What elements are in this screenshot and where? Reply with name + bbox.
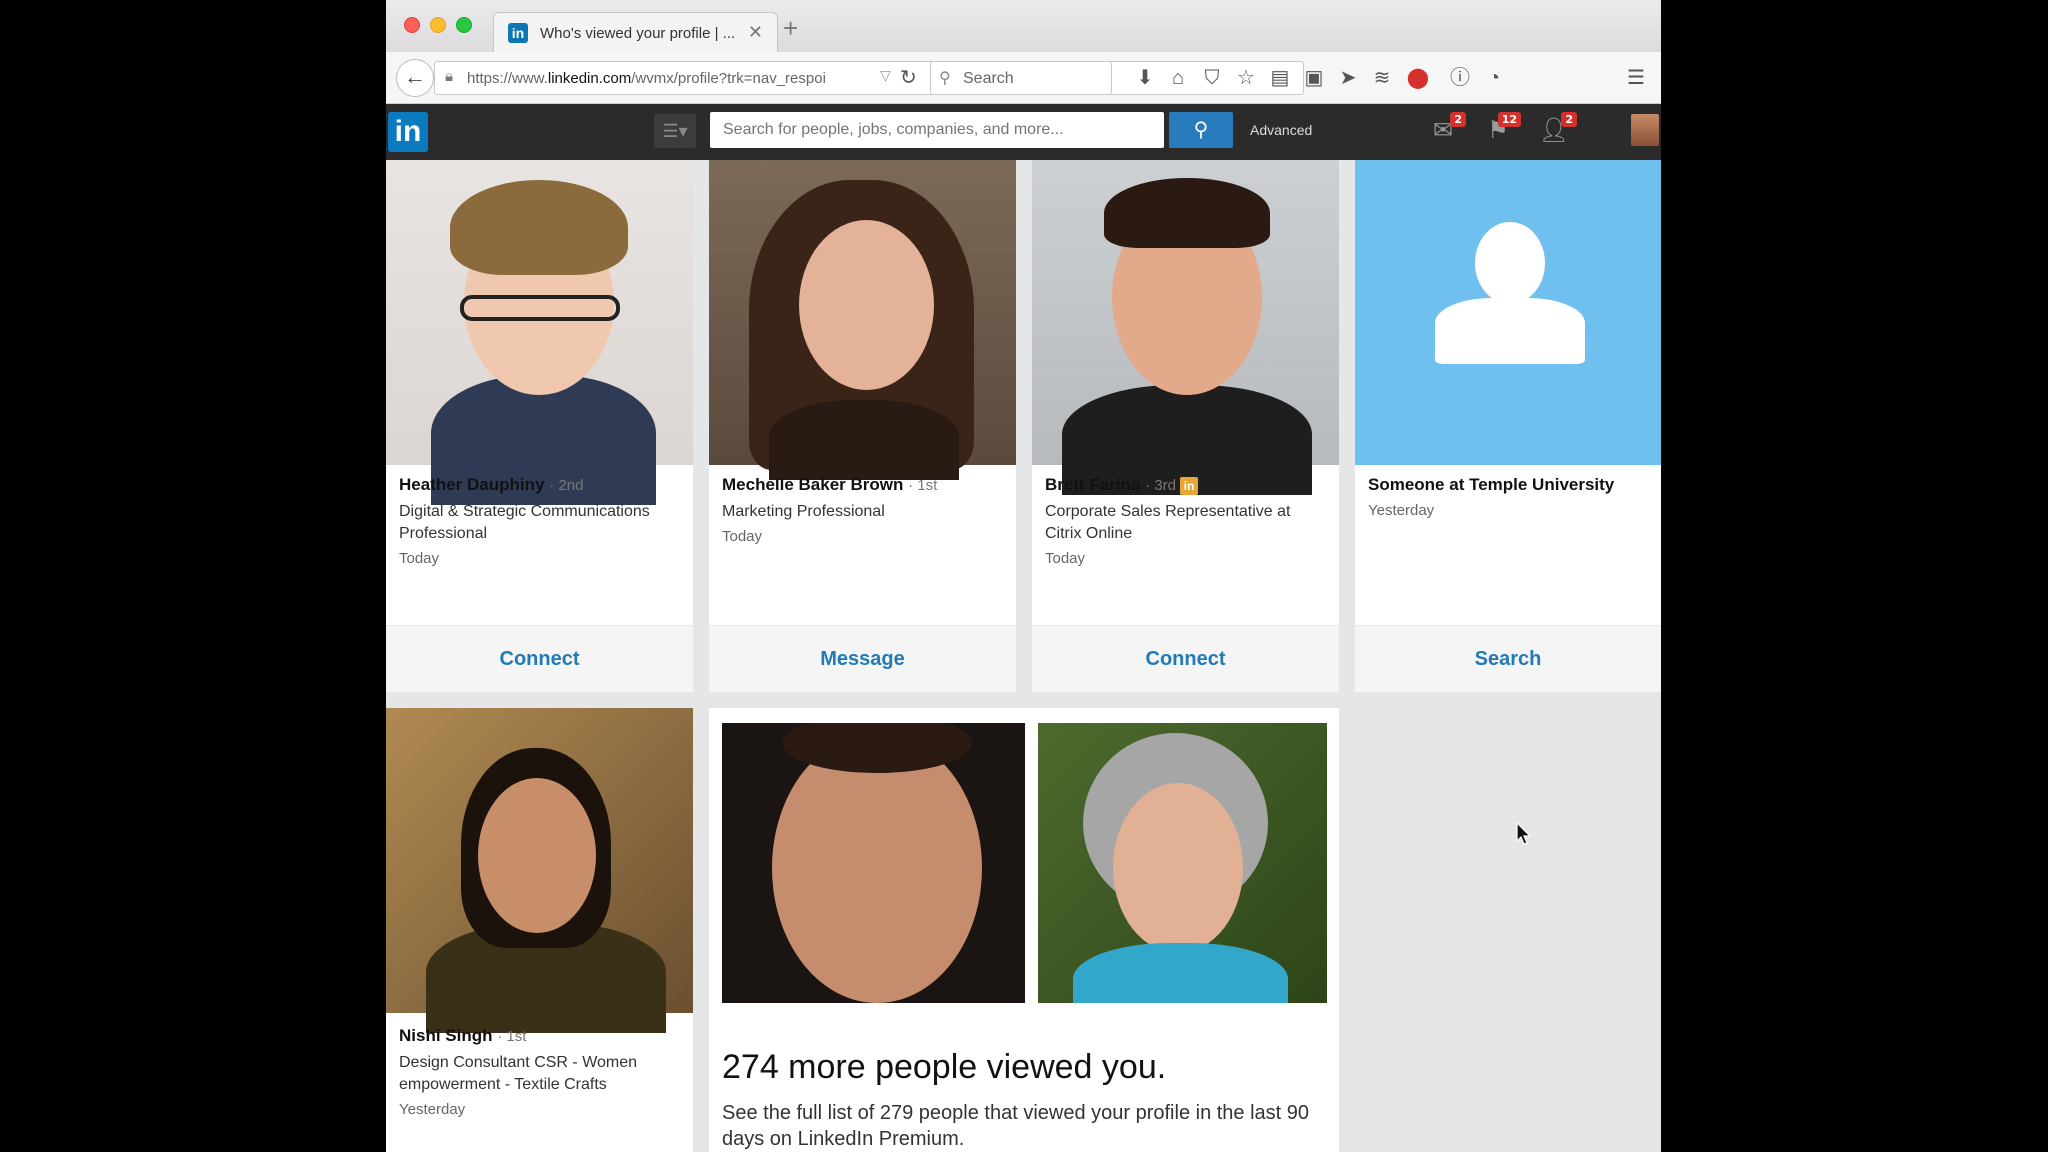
search-placeholder: Search — [963, 70, 1014, 87]
premium-member-icon: in — [1180, 476, 1198, 495]
hamburger-menu-icon[interactable]: ☰ — [1622, 64, 1650, 92]
connection-degree: · 3rd — [1145, 477, 1176, 494]
navigation-toolbar: ← 🔒︎ https://www.linkedin.com/wvmx/profi… — [386, 52, 1661, 104]
messages-envelope-icon[interactable]: ✉ 2 — [1426, 112, 1466, 146]
connect-button[interactable]: Connect — [386, 625, 693, 692]
screenshot-icon[interactable]: ▣ — [1300, 64, 1328, 92]
magnifier-icon: ⚲ — [1193, 119, 1209, 141]
profile-photo[interactable] — [386, 160, 693, 505]
viewed-time: Today — [722, 528, 763, 545]
viewer-preview-photo — [1038, 723, 1327, 1003]
linkedin-header: in ☰▾ Search for people, jobs, companies… — [386, 104, 1661, 160]
send-icon[interactable]: ➤ — [1334, 64, 1362, 92]
viewed-time: Today — [1045, 550, 1086, 567]
viewed-time: Yesterday — [399, 1101, 466, 1118]
search-icon: ⚲ — [939, 70, 951, 87]
reload-icon[interactable]: ↻ — [900, 65, 917, 90]
linkedin-search-button[interactable]: ⚲ — [1169, 112, 1233, 148]
viewer-name[interactable]: Brett Farina · 3rd in — [1045, 475, 1198, 495]
browser-window: in Who's viewed your profile | ... ✕ + ←… — [386, 0, 1661, 1152]
tab-close-icon[interactable]: ✕ — [748, 22, 763, 43]
tab-title: Who's viewed your profile | ... — [540, 25, 736, 42]
profile-photo[interactable] — [1032, 160, 1339, 495]
viewer-card: Mechelle Baker Brown · 1st Marketing Pro… — [709, 160, 1016, 692]
connection-degree: · 2nd — [549, 477, 584, 494]
viewer-title: Digital & Strategic Communications Profe… — [399, 503, 650, 542]
new-tab-icon[interactable]: + — [783, 15, 798, 41]
user-avatar[interactable] — [1631, 114, 1659, 146]
premium-upsell-card[interactable]: 274 more people viewed you. See the full… — [709, 708, 1339, 1152]
linkedin-search-placeholder: Search for people, jobs, companies, and … — [723, 121, 1064, 138]
anonymous-avatar — [1355, 160, 1661, 465]
viewer-name: Someone at Temple University — [1368, 475, 1615, 494]
connect-button[interactable]: Connect — [1032, 625, 1339, 692]
download-icon[interactable]: ⬇ — [1131, 64, 1159, 92]
viewer-name[interactable]: Nishi Singh · 1st — [399, 1026, 526, 1046]
dropdown-triangle-icon[interactable]: ▽ — [880, 67, 891, 84]
browser-search-input[interactable]: ⚲ Search — [930, 61, 1112, 95]
viewer-card: Someone at Temple University Yesterday S… — [1355, 160, 1661, 692]
reading-list-icon[interactable]: ▤ — [1266, 64, 1294, 92]
linkedin-logo[interactable]: in — [388, 112, 428, 152]
mouse-cursor-icon — [1516, 822, 1532, 845]
add-connection-icon[interactable]: 👤︎ 2 — [1537, 112, 1577, 146]
search-filter-menu-icon[interactable]: ☰▾ — [654, 114, 696, 148]
maximize-window-button[interactable] — [456, 17, 472, 33]
search-button[interactable]: Search — [1355, 625, 1661, 692]
layers-icon[interactable]: ≋ — [1368, 64, 1396, 92]
notifications-count-badge: 12 — [1497, 112, 1521, 127]
pocket-icon[interactable]: ⛉ — [1198, 64, 1226, 92]
viewer-title: Corporate Sales Representative at Citrix… — [1045, 503, 1291, 542]
close-window-button[interactable] — [404, 17, 420, 33]
advanced-search-link[interactable]: Advanced — [1250, 122, 1312, 138]
viewer-card: Heather Dauphiny · 2nd Digital & Strateg… — [386, 160, 693, 692]
minimize-window-button[interactable] — [430, 17, 446, 33]
back-arrow-icon[interactable]: ← — [396, 59, 434, 97]
viewer-card: Brett Farina · 3rd in Corporate Sales Rep… — [1032, 160, 1339, 692]
viewer-card: Nishi Singh · 1st Design Consultant CSR … — [386, 708, 693, 1152]
premium-description: See the full list of 279 people that vie… — [722, 1102, 1310, 1150]
viewer-preview-photo — [722, 723, 1025, 1003]
message-button[interactable]: Message — [709, 625, 1016, 692]
messages-count-badge: 2 — [1450, 112, 1466, 127]
info-icon[interactable]: ⓘ — [1446, 64, 1474, 92]
profile-photo[interactable] — [709, 160, 1016, 480]
connection-degree: · 1st — [908, 477, 938, 494]
bookmark-star-icon[interactable]: ☆ — [1232, 64, 1260, 92]
linkedin-favicon-icon: in — [508, 23, 528, 43]
viewer-name[interactable]: Mechelle Baker Brown · 1st — [722, 475, 937, 495]
profile-photo[interactable] — [386, 708, 693, 1033]
url-text: https://www.linkedin.com/wvmx/profile?tr… — [467, 70, 826, 87]
viewer-title: Design Consultant CSR - Women empowermen… — [399, 1054, 638, 1093]
viewer-title: Marketing Professional — [722, 503, 885, 520]
notifications-flag-icon[interactable]: ⚑ 12 — [1481, 112, 1521, 146]
tab-strip: in Who's viewed your profile | ... ✕ + — [386, 0, 1661, 54]
linkedin-search-input[interactable]: Search for people, jobs, companies, and … — [710, 112, 1164, 148]
lock-icon: 🔒︎ — [445, 68, 453, 85]
home-icon[interactable]: ⌂ — [1164, 64, 1192, 92]
adblock-icon[interactable]: ⬤ — [1404, 64, 1432, 92]
premium-headline: 274 more people viewed you. — [722, 1048, 1167, 1086]
browser-tab[interactable]: in Who's viewed your profile | ... ✕ — [493, 12, 778, 54]
invitations-count-badge: 2 — [1561, 112, 1577, 127]
viewer-name[interactable]: Heather Dauphiny · 2nd — [399, 475, 583, 495]
chat-icon[interactable]: ◔ — [1480, 64, 1508, 92]
viewed-time: Yesterday — [1368, 502, 1435, 519]
viewed-time: Today — [399, 550, 440, 567]
connection-degree: · 1st — [497, 1028, 527, 1045]
